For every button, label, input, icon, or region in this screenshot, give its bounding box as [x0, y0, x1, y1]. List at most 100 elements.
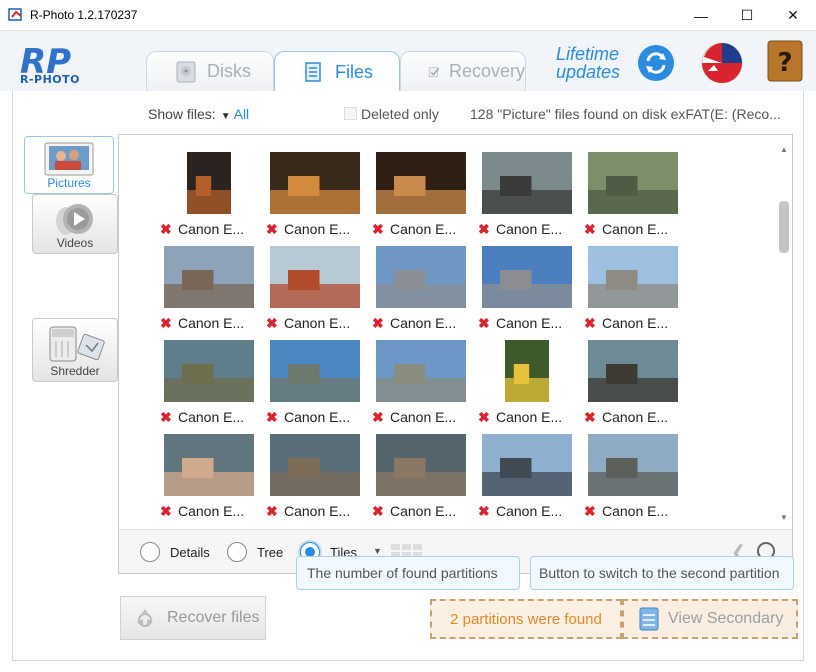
tab-disks[interactable]: Disks	[146, 51, 274, 91]
file-tile[interactable]: ✖ Canon E...	[474, 152, 580, 244]
photo-thumbnail	[164, 246, 254, 308]
title-bar: R-Photo 1.2.170237 — ☐ ✕	[0, 0, 816, 31]
file-tile[interactable]: ✖ Canon E...	[156, 434, 262, 526]
file-name: Canon E...	[178, 503, 245, 519]
file-name: Canon E...	[390, 503, 457, 519]
deleted-mark-icon: ✖	[372, 503, 384, 519]
file-name: Canon E...	[284, 503, 351, 519]
photo-thumbnail	[270, 152, 360, 214]
file-tile[interactable]: ✖ Canon E...	[474, 434, 580, 526]
photo-thumbnail	[270, 434, 360, 496]
recover-files-button[interactable]: Recover files	[120, 596, 266, 640]
file-name: Canon E...	[602, 409, 669, 425]
close-button[interactable]: ✕	[770, 0, 816, 31]
photo-thumbnail	[482, 434, 572, 496]
language-flag-icon[interactable]	[700, 41, 744, 85]
file-tile[interactable]: ✖ Canon E...	[580, 152, 686, 244]
deleted-mark-icon: ✖	[266, 315, 278, 331]
file-tile[interactable]: ✖ Canon E...	[368, 434, 474, 526]
scroll-up-icon[interactable]: ▲	[780, 145, 788, 154]
file-name: Canon E...	[178, 315, 245, 331]
partition-icon	[639, 607, 659, 631]
scroll-down-icon[interactable]: ▼	[780, 513, 788, 522]
recover-files-label: Recover files	[167, 609, 260, 626]
window-title: R-Photo 1.2.170237	[30, 8, 138, 22]
photo-thumbnail	[505, 340, 549, 402]
file-tile[interactable]: ✖ Canon E...	[474, 246, 580, 338]
scroll-thumb[interactable]	[779, 201, 789, 253]
maximize-button[interactable]: ☐	[724, 0, 770, 31]
file-name: Canon E...	[496, 409, 563, 425]
file-tile-label: ✖ Canon E...	[160, 409, 244, 426]
tab-recovery[interactable]: Recovery	[400, 51, 526, 91]
tab-files[interactable]: Files	[274, 51, 400, 92]
lifetime-updates-link[interactable]: Lifetime updates	[556, 45, 620, 81]
file-tile[interactable]: ✖ Canon E...	[262, 246, 368, 338]
deleted-mark-icon: ✖	[584, 221, 596, 237]
file-tile[interactable]: ✖ Canon E...	[368, 246, 474, 338]
file-tile[interactable]: ✖ Canon E...	[474, 340, 580, 432]
tab-recovery-label: Recovery	[448, 61, 525, 81]
svg-text:?: ?	[777, 48, 792, 78]
details-radio[interactable]	[140, 542, 160, 562]
photo-thumbnail	[482, 152, 572, 214]
file-tile[interactable]: ✖ Canon E...	[156, 340, 262, 432]
details-label: Details	[170, 545, 210, 560]
view-secondary-button[interactable]: View Secondary	[622, 599, 798, 639]
show-files-value[interactable]: All	[234, 106, 250, 122]
file-tile-label: ✖ Canon E...	[584, 221, 668, 238]
deleted-mark-icon: ✖	[372, 409, 384, 425]
files-found-status: 128 "Picture" files found on disk exFAT(…	[470, 106, 781, 122]
deleted-mark-icon: ✖	[160, 503, 172, 519]
files-panel: ✖ Canon E... ✖ Canon E... ✖ Canon E... ✖ Canon …	[118, 134, 793, 574]
deleted-only-checkbox[interactable]	[344, 107, 357, 120]
header: RP R-PHOTO Disks Files Recovery Lifetime…	[0, 31, 816, 92]
recovery-icon	[428, 66, 440, 77]
tile-size-dropdown-icon[interactable]: ▼	[373, 546, 382, 556]
partitions-found-status: 2 partitions were found	[430, 599, 622, 639]
file-name: Canon E...	[602, 503, 669, 519]
deleted-mark-icon: ✖	[266, 221, 278, 237]
file-tile-label: ✖ Canon E...	[266, 409, 350, 426]
vertical-scrollbar[interactable]: ▲ ▼	[776, 135, 792, 529]
show-files-filter[interactable]: Show files: ▼ All	[148, 106, 249, 122]
photo-thumbnail	[588, 152, 678, 214]
file-tile-label: ✖ Canon E...	[372, 409, 456, 426]
file-tile-label: ✖ Canon E...	[478, 315, 562, 332]
tree-label: Tree	[257, 545, 284, 560]
deleted-mark-icon: ✖	[160, 315, 172, 331]
help-book-icon[interactable]: ?	[766, 39, 804, 83]
sidebar-item-pictures[interactable]: Pictures	[24, 136, 114, 194]
refresh-icon[interactable]	[636, 43, 676, 83]
file-tile[interactable]: ✖ Canon E...	[262, 434, 368, 526]
file-tile[interactable]: ✖ Canon E...	[156, 152, 262, 244]
photo-thumbnail	[164, 434, 254, 496]
sidebar-item-videos[interactable]: Videos	[32, 194, 118, 254]
deleted-mark-icon: ✖	[160, 409, 172, 425]
deleted-mark-icon: ✖	[584, 409, 596, 425]
file-tile[interactable]: ✖ Canon E...	[156, 246, 262, 338]
file-tile[interactable]: ✖ Canon E...	[580, 246, 686, 338]
photo-thumbnail	[588, 340, 678, 402]
deleted-mark-icon: ✖	[478, 409, 490, 425]
file-tile[interactable]: ✖ Canon E...	[580, 340, 686, 432]
file-tile-label: ✖ Canon E...	[266, 315, 350, 332]
file-name: Canon E...	[390, 409, 457, 425]
file-tile[interactable]: ✖ Canon E...	[262, 340, 368, 432]
tree-radio[interactable]	[227, 542, 247, 562]
file-tile[interactable]: ✖ Canon E...	[368, 152, 474, 244]
switch-partition-tooltip: Button to switch to the second partition	[530, 556, 794, 590]
photo-thumbnail	[588, 246, 678, 308]
logo-text: R-PHOTO	[20, 73, 81, 86]
sidebar-item-label: Pictures	[47, 176, 91, 190]
file-tile[interactable]: ✖ Canon E...	[262, 152, 368, 244]
file-tile[interactable]: ✖ Canon E...	[580, 434, 686, 526]
show-files-label: Show files:	[148, 106, 216, 122]
file-tile[interactable]: ✖ Canon E...	[368, 340, 474, 432]
minimize-button[interactable]: —	[678, 0, 724, 31]
file-tile-label: ✖ Canon E...	[372, 503, 456, 520]
file-name: Canon E...	[496, 503, 563, 519]
file-tile-label: ✖ Canon E...	[584, 503, 668, 520]
videos-icon	[56, 204, 93, 235]
sidebar-item-shredder[interactable]: Shredder	[32, 318, 118, 382]
